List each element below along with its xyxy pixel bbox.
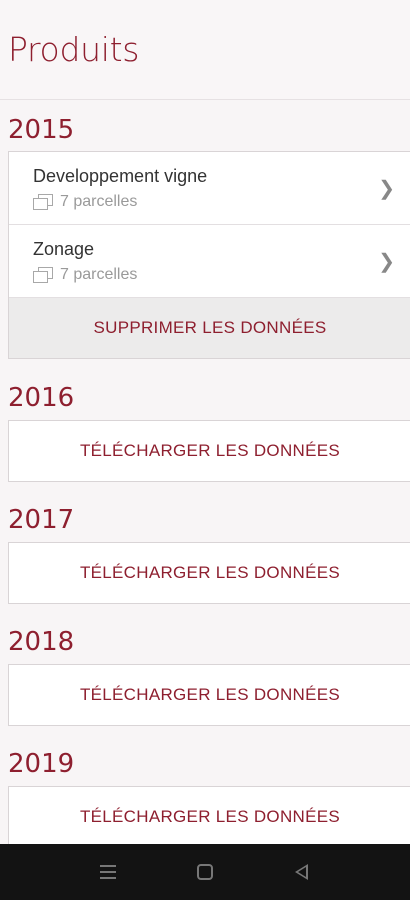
app-header: Produits bbox=[0, 0, 410, 100]
year-heading-2019: 2019 bbox=[8, 749, 75, 779]
product-row[interactable]: Developpement vigne 7 parcelles ❯ bbox=[9, 152, 410, 225]
product-name: Developpement vigne bbox=[33, 166, 208, 186]
menu-icon[interactable] bbox=[88, 852, 128, 892]
download-data-button[interactable]: TÉLÉCHARGER LES DONNÉES bbox=[9, 665, 410, 725]
product-meta: 7 parcelles bbox=[33, 266, 410, 284]
chevron-right-icon: ❯ bbox=[378, 251, 395, 273]
chevron-right-icon: ❯ bbox=[378, 178, 395, 200]
page-title: Produits bbox=[8, 30, 140, 69]
parcels-icon bbox=[33, 266, 55, 284]
system-navigation-bar bbox=[0, 844, 410, 900]
product-meta: 7 parcelles bbox=[33, 193, 410, 211]
year-heading-2016: 2016 bbox=[8, 383, 75, 413]
year-heading-2018: 2018 bbox=[8, 627, 75, 657]
home-icon[interactable] bbox=[185, 852, 225, 892]
year-card-2019: TÉLÉCHARGER LES DONNÉES bbox=[8, 786, 410, 848]
year-card-2015: Developpement vigne 7 parcelles ❯ Zonage… bbox=[8, 151, 410, 359]
year-heading-2015: 2015 bbox=[8, 115, 75, 145]
year-card-2016: TÉLÉCHARGER LES DONNÉES bbox=[8, 420, 410, 482]
year-card-2017: TÉLÉCHARGER LES DONNÉES bbox=[8, 542, 410, 604]
delete-data-button[interactable]: SUPPRIMER LES DONNÉES bbox=[9, 298, 410, 358]
parcels-icon bbox=[33, 193, 55, 211]
download-data-button[interactable]: TÉLÉCHARGER LES DONNÉES bbox=[9, 421, 410, 481]
year-card-2018: TÉLÉCHARGER LES DONNÉES bbox=[8, 664, 410, 726]
back-icon[interactable] bbox=[282, 852, 322, 892]
parcel-count: 7 parcelles bbox=[60, 193, 138, 210]
year-heading-2017: 2017 bbox=[8, 505, 75, 535]
parcel-count: 7 parcelles bbox=[60, 266, 138, 283]
download-data-button[interactable]: TÉLÉCHARGER LES DONNÉES bbox=[9, 543, 410, 603]
download-data-button[interactable]: TÉLÉCHARGER LES DONNÉES bbox=[9, 787, 410, 847]
product-row[interactable]: Zonage 7 parcelles ❯ bbox=[9, 225, 410, 298]
product-name: Zonage bbox=[33, 239, 95, 259]
